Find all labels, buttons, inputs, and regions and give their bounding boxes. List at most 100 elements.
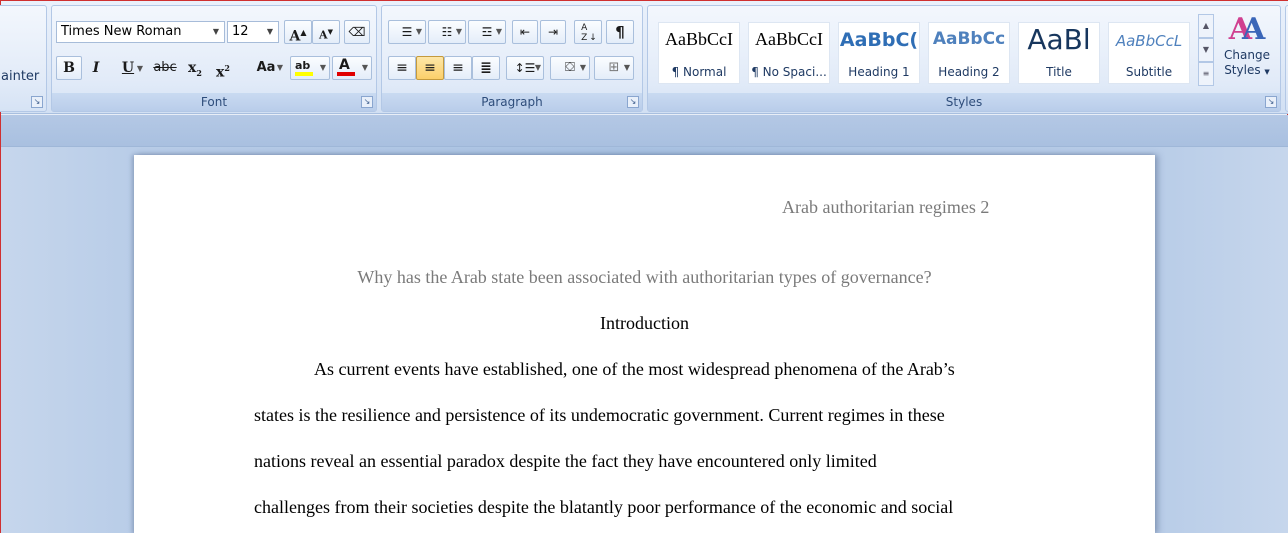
more-icon: ≡ <box>1202 69 1210 78</box>
grow-font-button[interactable]: A▲ <box>284 20 312 45</box>
change-styles-label-2: Styles <box>1224 63 1261 77</box>
shrink-font-icon: A <box>319 28 328 42</box>
style-subtitle[interactable]: AaBbCcL Subtitle <box>1108 22 1190 84</box>
style-name: Heading 1 <box>848 65 910 79</box>
change-styles-button[interactable]: AA Change Styles ▼ <box>1218 12 1276 92</box>
chevron-down-icon: ▼ <box>1202 45 1210 54</box>
align-right-button[interactable]: ≡ <box>444 56 472 80</box>
chevron-down-icon: ▼ <box>212 27 220 36</box>
clipboard-group: ainter ↘ <box>0 5 47 112</box>
show-formatting-button[interactable]: ¶ <box>606 20 634 44</box>
eraser-icon: ⌫ <box>348 25 366 39</box>
chevron-down-icon: ▼ <box>266 27 274 36</box>
change-case-icon: Aa <box>256 60 276 75</box>
pilcrow-icon: ¶ <box>615 23 625 41</box>
body-line: challenges from their societies despite … <box>254 497 954 517</box>
style-normal[interactable]: AaBbCcI ¶ Normal <box>658 22 740 84</box>
bold-button[interactable]: B <box>56 56 82 80</box>
scroll-down-button[interactable]: ▼ <box>1198 38 1214 62</box>
sort-icon: AZ <box>581 23 588 43</box>
paint-bucket-icon: ⛋ <box>565 60 575 75</box>
styles-group-label: Styles <box>648 93 1280 111</box>
document-page[interactable]: Arab authoritarian regimes 2 Why has the… <box>134 155 1155 533</box>
line-spacing-button[interactable]: ↕☰ ▼ <box>506 56 544 80</box>
align-left-button[interactable]: ≡ <box>388 56 416 80</box>
style-sample: AaBl <box>1027 23 1091 56</box>
document-title: Why has the Arab state been associated w… <box>357 267 932 287</box>
font-size-combo[interactable]: 12 ▼ <box>227 21 279 43</box>
styles-group: AaBbCcI ¶ Normal AaBbCcI ¶ No Spaci... A… <box>647 5 1281 112</box>
shrink-font-button[interactable]: A▼ <box>312 20 340 44</box>
style-name: ¶ No Spaci... <box>751 65 827 79</box>
line-spacing-icon: ↕☰ <box>514 61 536 75</box>
paragraph-dialog-launcher[interactable]: ↘ <box>627 96 639 108</box>
subscript-button[interactable]: x2 <box>182 56 208 80</box>
paragraph-group: ☰ ▼ ☷ ▼ ☲ ▼ ⇤ ⇥ AZ ↓ ¶ ≡ ≡ ≡ ≣ ↕☰ ▼ ⛋ ▼ … <box>381 5 643 112</box>
chevron-up-icon: ▲ <box>1202 21 1210 30</box>
style-title[interactable]: AaBl Title <box>1018 22 1100 84</box>
justify-button[interactable]: ≣ <box>472 56 500 80</box>
bold-icon: B <box>63 60 75 76</box>
style-name: ¶ Normal <box>671 65 727 79</box>
style-heading-2[interactable]: AaBbCc Heading 2 <box>928 22 1010 84</box>
italic-button[interactable]: I <box>84 56 108 80</box>
font-color-swatch <box>337 72 355 76</box>
style-sample: AaBbC( <box>839 29 919 51</box>
styles-gallery-scroll: ▲ ▼ ≡ <box>1198 14 1214 86</box>
align-right-icon: ≡ <box>452 60 464 76</box>
clear-formatting-button[interactable]: ⌫ <box>344 20 370 44</box>
styles-dialog-launcher[interactable]: ↘ <box>1265 96 1277 108</box>
style-name: Subtitle <box>1125 65 1173 79</box>
align-center-button[interactable]: ≡ <box>416 56 444 80</box>
shading-button[interactable]: ⛋ ▼ <box>550 56 590 80</box>
style-sample: AaBbCcI <box>665 29 733 49</box>
style-heading-1[interactable]: AaBbC( Heading 1 <box>838 22 920 84</box>
justify-icon: ≣ <box>480 60 492 76</box>
align-left-icon: ≡ <box>396 60 408 76</box>
borders-button[interactable]: ⊞ ▼ <box>594 56 634 80</box>
style-sample: AaBbCc <box>932 29 1006 49</box>
decrease-indent-button[interactable]: ⇤ <box>512 20 538 44</box>
font-size-value: 12 <box>232 24 249 39</box>
font-dialog-launcher[interactable]: ↘ <box>361 96 373 108</box>
paragraph-group-label: Paragraph <box>382 93 642 111</box>
body-line: As current events have established, one … <box>314 359 955 379</box>
style-no-spacing[interactable]: AaBbCcI ¶ No Spaci... <box>748 22 830 84</box>
numbering-button[interactable]: ☷ ▼ <box>428 20 466 44</box>
change-styles-label-1: Change <box>1224 48 1270 62</box>
highlight-swatch <box>295 72 313 76</box>
font-color-button[interactable]: A ▼ <box>332 56 372 80</box>
multilevel-list-icon: ☲ <box>481 25 493 39</box>
style-name: Heading 2 <box>938 65 1000 79</box>
gallery-more-button[interactable]: ≡ <box>1198 62 1214 86</box>
grow-font-icon: A <box>289 28 301 45</box>
align-center-icon: ≡ <box>424 60 436 76</box>
underline-button[interactable]: U ▼ <box>110 56 146 80</box>
change-case-button[interactable]: Aa ▼ <box>248 56 284 80</box>
decrease-indent-icon: ⇤ <box>519 25 531 39</box>
underline-icon: U <box>121 60 135 76</box>
bullets-button[interactable]: ☰ ▼ <box>388 20 426 44</box>
font-name-value: Times New Roman <box>61 24 182 39</box>
highlight-color-button[interactable]: ab ▼ <box>290 56 330 80</box>
increase-indent-icon: ⇥ <box>547 25 559 39</box>
italic-icon: I <box>92 60 100 76</box>
format-painter-button[interactable]: ainter <box>1 69 39 84</box>
multilevel-list-button[interactable]: ☲ ▼ <box>468 20 506 44</box>
section-heading: Introduction <box>600 313 689 333</box>
change-styles-icon: AA <box>1228 12 1266 47</box>
ruler-band <box>1 115 1288 147</box>
numbering-icon: ☷ <box>441 25 453 39</box>
scroll-up-button[interactable]: ▲ <box>1198 14 1214 38</box>
style-name: Title <box>1046 65 1072 79</box>
superscript-button[interactable]: x2 <box>210 56 236 81</box>
ribbon: ainter ↘ Times New Roman ▼ 12 ▼ A▲ A▼ ⌫ … <box>0 1 1288 114</box>
bullets-icon: ☰ <box>401 25 413 39</box>
font-group: Times New Roman ▼ 12 ▼ A▲ A▼ ⌫ B I U ▼ ab… <box>51 5 377 112</box>
style-sample: AaBbCcL <box>1115 32 1183 50</box>
strikethrough-button[interactable]: abc <box>150 56 180 80</box>
font-name-combo[interactable]: Times New Roman ▼ <box>56 21 225 43</box>
increase-indent-button[interactable]: ⇥ <box>540 20 566 44</box>
clipboard-dialog-launcher[interactable]: ↘ <box>31 96 43 108</box>
sort-button[interactable]: AZ ↓ <box>574 20 602 44</box>
